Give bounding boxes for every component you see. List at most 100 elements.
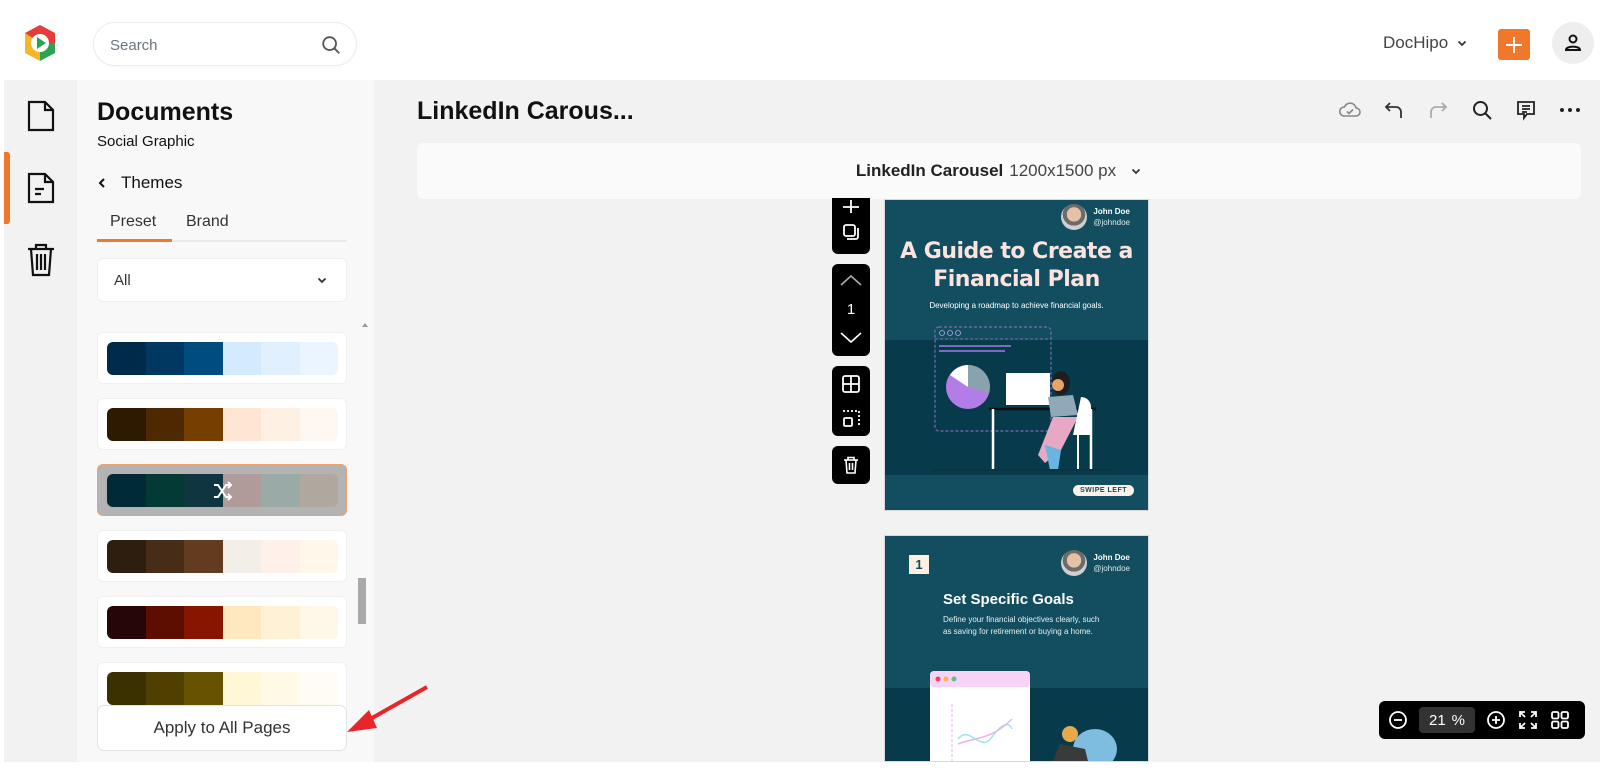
plus-icon xyxy=(843,200,859,213)
size-name: LinkedIn Carousel xyxy=(855,161,1004,180)
fit-to-screen-button[interactable] xyxy=(1517,709,1539,731)
search-box xyxy=(93,22,357,66)
undo-icon xyxy=(1384,102,1402,118)
grid-icon xyxy=(842,374,860,393)
color-swatch xyxy=(184,408,223,441)
user-icon xyxy=(1564,34,1582,51)
page-overview-button[interactable] xyxy=(1549,709,1571,731)
minus-circle-icon xyxy=(1389,711,1407,729)
color-swatch xyxy=(261,474,300,507)
page-number: 1 xyxy=(846,300,856,318)
search-button[interactable] xyxy=(1470,98,1494,122)
theme-filter-select[interactable]: All xyxy=(97,258,347,302)
file-icon xyxy=(27,100,54,132)
trash-icon xyxy=(844,456,858,474)
color-swatch xyxy=(261,342,300,375)
page-tool-group-layout xyxy=(832,366,870,436)
tab-preset[interactable]: Preset xyxy=(110,213,156,231)
zoom-value: 21 xyxy=(1428,711,1446,729)
color-swatch xyxy=(145,540,184,573)
dochipo-logo[interactable] xyxy=(20,23,60,63)
color-swatch xyxy=(261,672,300,705)
theme-palette-option[interactable] xyxy=(97,596,347,648)
workspace-dropdown[interactable]: DocHipo xyxy=(1383,33,1468,53)
icon-rail xyxy=(4,80,77,762)
carousel-slide-1[interactable]: John Doe @johndoe A Guide to Create a Fi… xyxy=(884,199,1149,511)
color-swatch xyxy=(299,672,338,705)
theme-palette-option[interactable] xyxy=(97,398,347,450)
canvas-size-selector[interactable]: LinkedIn Carousel 1200x1500 px xyxy=(417,143,1581,199)
search-input[interactable] xyxy=(110,34,310,56)
file-text-icon xyxy=(27,172,54,204)
zoom-controls: 21 % xyxy=(1379,701,1585,739)
page-up-button[interactable] xyxy=(832,264,870,296)
palette-scrollbar[interactable] xyxy=(358,578,366,624)
rail-item-document-text[interactable] xyxy=(4,152,77,224)
plus-icon xyxy=(1506,36,1522,53)
zoom-out-button[interactable] xyxy=(1387,709,1409,731)
themes-back-button[interactable]: Themes xyxy=(97,173,182,193)
scroll-up-arrow[interactable] xyxy=(362,323,368,327)
zoom-level-input[interactable]: 21 % xyxy=(1419,707,1475,733)
page-down-button[interactable] xyxy=(832,322,870,354)
palette-swatch-strip xyxy=(107,606,338,639)
zoom-unit: % xyxy=(1451,711,1466,729)
redo-button[interactable] xyxy=(1426,98,1450,122)
author-handle: @johndoe xyxy=(1093,218,1130,227)
color-swatch xyxy=(299,342,338,375)
tab-brand[interactable]: Brand xyxy=(186,213,229,231)
color-swatch xyxy=(299,474,338,507)
color-swatch xyxy=(107,606,146,639)
slide-subtitle: Developing a roadmap to achieve financia… xyxy=(929,301,1104,310)
color-swatch xyxy=(145,342,184,375)
select-area-button[interactable] xyxy=(832,401,870,436)
top-bar: DocHipo xyxy=(0,0,1600,80)
color-swatch xyxy=(299,606,338,639)
user-avatar-button[interactable] xyxy=(1552,22,1594,64)
rail-item-documents[interactable] xyxy=(4,80,77,152)
author-photo xyxy=(1061,550,1088,576)
carousel-slide-2[interactable]: 1 John Doe @johndoe Set Specific Goals D… xyxy=(884,535,1149,762)
color-swatch xyxy=(145,606,184,639)
theme-palette-option[interactable] xyxy=(97,530,347,582)
add-page-button[interactable] xyxy=(832,198,870,216)
page-navigator: 1 xyxy=(832,264,870,356)
color-swatch xyxy=(261,408,300,441)
duplicate-page-button[interactable] xyxy=(832,216,870,248)
zoom-in-button[interactable] xyxy=(1485,709,1507,731)
author-handle: @johndoe xyxy=(1093,564,1130,573)
editor-main: LinkedIn Carous... LinkedIn Carousel 120… xyxy=(374,80,1600,762)
color-swatch xyxy=(222,342,261,375)
theme-palette-option[interactable] xyxy=(97,332,347,384)
color-swatch xyxy=(184,342,223,375)
color-swatch xyxy=(222,672,261,705)
search-icon[interactable] xyxy=(320,34,342,56)
color-swatch xyxy=(107,540,146,573)
trash-icon xyxy=(27,243,54,277)
rail-item-trash[interactable] xyxy=(4,224,77,296)
comment-icon xyxy=(1517,101,1535,121)
active-tab-indicator xyxy=(97,239,172,242)
comments-button[interactable] xyxy=(1514,98,1538,122)
themes-label: Themes xyxy=(121,173,183,192)
document-title[interactable]: LinkedIn Carous... xyxy=(417,97,634,126)
shuffle-icon[interactable] xyxy=(211,479,235,503)
slide-title-line-2: Financial Plan xyxy=(933,267,1100,292)
page-grid-button[interactable] xyxy=(832,366,870,401)
panel-subtitle: Social Graphic xyxy=(97,133,195,150)
editor-toolbar xyxy=(1338,98,1582,122)
color-swatch xyxy=(299,540,338,573)
duplicate-icon xyxy=(843,224,859,240)
color-swatch xyxy=(107,408,146,441)
create-new-button[interactable] xyxy=(1498,29,1530,60)
cloud-save-button[interactable] xyxy=(1338,98,1362,122)
delete-page-button[interactable] xyxy=(832,446,870,484)
apply-to-all-pages-button[interactable]: Apply to All Pages xyxy=(97,705,347,751)
plus-circle-icon xyxy=(1487,711,1505,729)
theme-palette-option[interactable] xyxy=(97,464,347,516)
more-options-button[interactable] xyxy=(1558,98,1582,122)
redo-icon xyxy=(1430,102,1448,118)
slide-author: John Doe @johndoe xyxy=(1061,204,1130,230)
undo-button[interactable] xyxy=(1382,98,1406,122)
color-swatch xyxy=(222,540,261,573)
